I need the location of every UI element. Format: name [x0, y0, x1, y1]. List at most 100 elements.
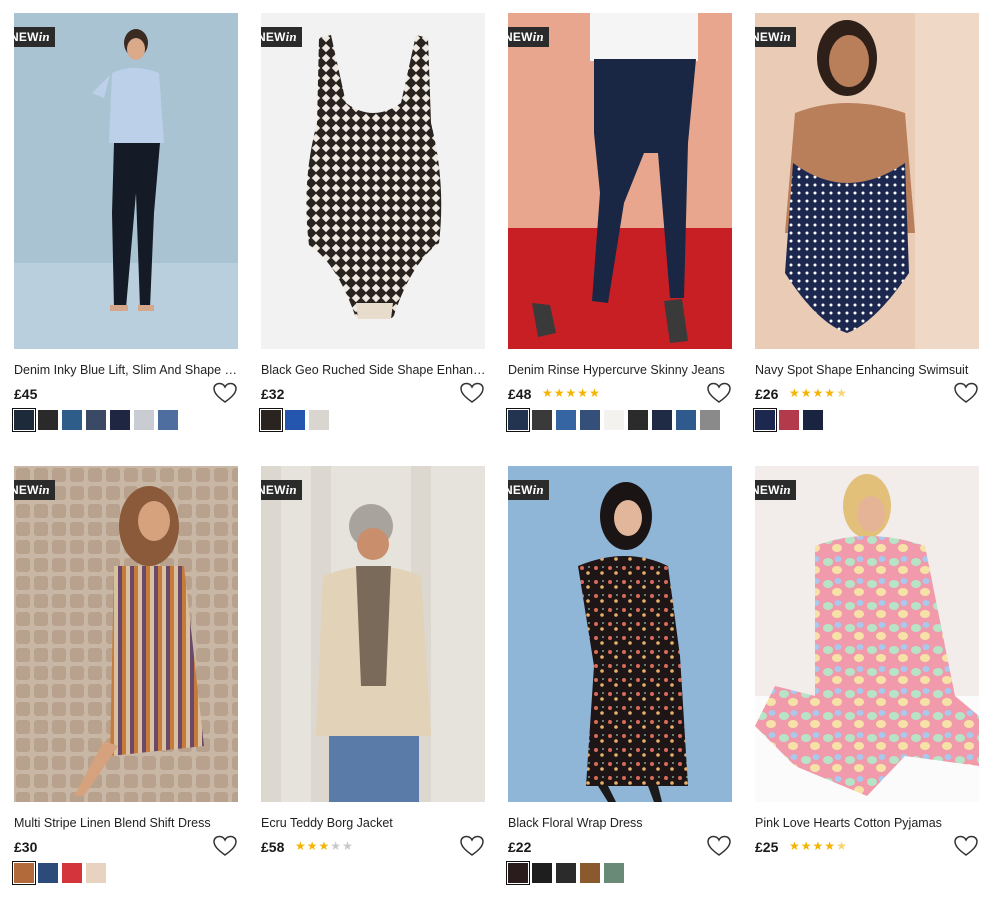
star-rating: ★★★★★	[295, 839, 354, 853]
colour-swatch[interactable]	[532, 863, 552, 883]
product-image[interactable]: NEWin	[508, 13, 732, 349]
colour-swatch[interactable]	[62, 863, 82, 883]
star-icon: ★	[812, 839, 825, 853]
product-price: £45	[14, 386, 38, 402]
colour-swatch[interactable]	[803, 410, 823, 430]
product-image[interactable]: NEWin	[14, 466, 238, 802]
product-card[interactable]: NEWin Multi Stripe Linen Blend Shift Dre…	[12, 466, 238, 885]
favourite-heart-icon[interactable]	[953, 381, 979, 405]
colour-swatch[interactable]	[38, 410, 58, 430]
product-card[interactable]: NEWin Pink Love Hearts Cotton Pyjamas £25…	[755, 466, 979, 856]
colour-swatch[interactable]	[580, 410, 600, 430]
colour-swatch[interactable]	[110, 410, 130, 430]
colour-swatch[interactable]	[506, 408, 530, 432]
product-price: £25	[755, 839, 779, 855]
new-in-badge: NEWin	[755, 480, 796, 500]
favourite-heart-icon[interactable]	[706, 381, 732, 405]
colour-swatch[interactable]	[556, 410, 576, 430]
star-icon: ★	[318, 839, 331, 853]
product-image[interactable]: NEWin	[755, 466, 979, 802]
colour-swatch[interactable]	[12, 861, 36, 885]
colour-swatches	[506, 408, 724, 432]
star-icon: ★	[542, 386, 554, 400]
favourite-heart-icon[interactable]	[212, 381, 238, 405]
product-card[interactable]: NEWin Black Geo Ruched Side Shape Enhanc…	[259, 13, 487, 432]
star-icon: ★	[824, 386, 837, 400]
colour-swatch[interactable]	[753, 408, 777, 432]
product-image[interactable]: NEWin	[14, 13, 238, 349]
star-icon: ★	[577, 386, 590, 400]
colour-swatch[interactable]	[676, 410, 696, 430]
star-icon: ★	[295, 839, 307, 853]
star-rating: ★★★★★	[789, 386, 848, 400]
colour-swatch[interactable]	[86, 863, 106, 883]
colour-swatch[interactable]	[86, 410, 106, 430]
product-price: £48	[508, 386, 532, 402]
new-in-badge: NEWin	[755, 27, 796, 47]
favourite-heart-icon[interactable]	[459, 834, 485, 858]
favourite-heart-icon[interactable]	[953, 834, 979, 858]
colour-swatches	[12, 408, 182, 432]
star-icon: ★	[836, 839, 848, 853]
colour-swatches	[753, 408, 827, 432]
star-icon: ★	[330, 839, 343, 853]
product-title[interactable]: Ecru Teddy Borg Jacket	[261, 816, 487, 830]
product-price: £58	[261, 839, 285, 855]
product-title[interactable]: Denim Rinse Hypercurve Skinny Jeans	[508, 363, 734, 377]
colour-swatch[interactable]	[580, 863, 600, 883]
star-icon: ★	[836, 386, 848, 400]
colour-swatches	[12, 861, 110, 885]
product-title[interactable]: Pink Love Hearts Cotton Pyjamas	[755, 816, 981, 830]
star-icon: ★	[789, 839, 801, 853]
colour-swatch[interactable]	[604, 863, 624, 883]
star-icon: ★	[565, 386, 578, 400]
product-price: £22	[508, 839, 532, 855]
star-icon: ★	[789, 386, 801, 400]
product-card[interactable]: NEWin Black Floral Wrap Dress £22	[506, 466, 732, 885]
product-title[interactable]: Denim Inky Blue Lift, Slim And Shape S..…	[14, 363, 240, 377]
colour-swatch[interactable]	[556, 863, 576, 883]
product-title[interactable]: Multi Stripe Linen Blend Shift Dress	[14, 816, 240, 830]
colour-swatch[interactable]	[532, 410, 552, 430]
colour-swatch[interactable]	[779, 410, 799, 430]
colour-swatch[interactable]	[38, 863, 58, 883]
star-icon: ★	[800, 839, 813, 853]
favourite-heart-icon[interactable]	[459, 381, 485, 405]
star-icon: ★	[589, 386, 601, 400]
colour-swatch[interactable]	[628, 410, 648, 430]
product-price: £26	[755, 386, 779, 402]
new-in-badge: NEWin	[14, 27, 55, 47]
colour-swatch[interactable]	[506, 861, 530, 885]
product-card[interactable]: NEWin Ecru Teddy Borg Jacket £58 ★★★★★	[261, 466, 485, 856]
product-title[interactable]: Black Floral Wrap Dress	[508, 816, 734, 830]
product-price: £30	[14, 839, 38, 855]
favourite-heart-icon[interactable]	[212, 834, 238, 858]
colour-swatch[interactable]	[285, 410, 305, 430]
new-in-badge: NEWin	[508, 480, 549, 500]
colour-swatch[interactable]	[604, 410, 624, 430]
colour-swatch[interactable]	[309, 410, 329, 430]
new-in-badge: NEWin	[261, 480, 302, 500]
product-image[interactable]: NEWin	[261, 13, 485, 349]
colour-swatch[interactable]	[62, 410, 82, 430]
product-price: £32	[261, 386, 285, 402]
product-title[interactable]: Black Geo Ruched Side Shape Enhanci...	[261, 363, 487, 377]
product-image[interactable]: NEWin	[508, 466, 732, 802]
colour-swatch[interactable]	[134, 410, 154, 430]
new-in-badge: NEWin	[14, 480, 55, 500]
colour-swatch[interactable]	[259, 408, 283, 432]
new-in-badge: NEWin	[261, 27, 302, 47]
product-card[interactable]: NEWin Denim Inky Blue Lift, Slim And Sha…	[12, 13, 240, 432]
product-card[interactable]: NEWin Denim Rinse Hypercurve Skinny Jean…	[506, 13, 732, 432]
colour-swatch[interactable]	[700, 410, 720, 430]
colour-swatch[interactable]	[12, 408, 36, 432]
product-title[interactable]: Navy Spot Shape Enhancing Swimsuit	[755, 363, 981, 377]
star-icon: ★	[824, 839, 837, 853]
favourite-heart-icon[interactable]	[706, 834, 732, 858]
product-image[interactable]: NEWin	[261, 466, 485, 802]
product-card[interactable]: NEWin Navy Spot Shape Enhancing Swimsuit…	[753, 13, 979, 432]
colour-swatches	[506, 861, 628, 885]
colour-swatch[interactable]	[158, 410, 178, 430]
product-image[interactable]: NEWin	[755, 13, 979, 349]
colour-swatch[interactable]	[652, 410, 672, 430]
